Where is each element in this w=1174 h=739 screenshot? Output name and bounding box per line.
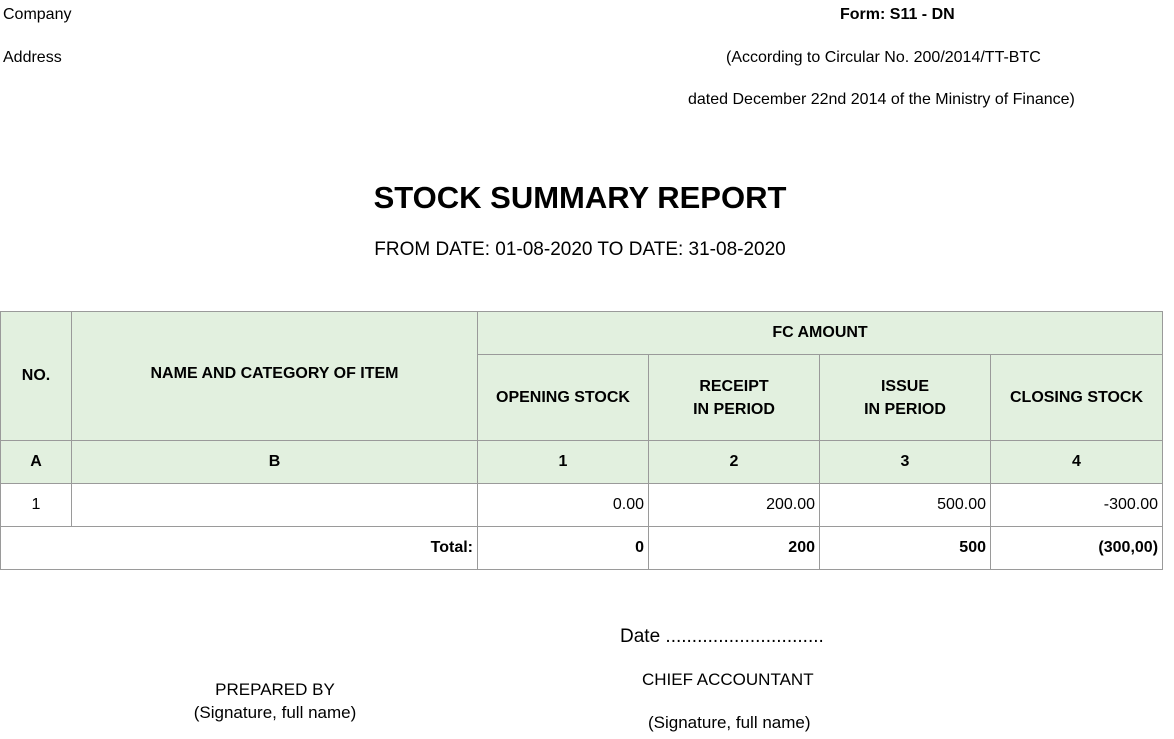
prepared-by-signature-hint: (Signature, full name) [193,703,357,722]
code-a: A [0,440,72,484]
stock-summary-table: NO. NAME AND CATEGORY OF ITEM FC AMOUNT … [0,311,1164,570]
form-code: Form: S11 - DN [840,6,955,23]
total-spacer [0,526,72,570]
code-4: 4 [989,440,1164,484]
chief-accountant-signature-hint: (Signature, full name) [648,713,811,732]
header-receipt-line1: RECEIPT [699,377,769,395]
chief-accountant-label: CHIEF ACCOUNTANT [642,670,814,689]
signature-date-line: Date .............................. [620,626,824,647]
code-1: 1 [477,440,649,484]
circular-date: dated December 22nd 2014 of the Ministry… [688,91,1075,108]
company-label: Company [3,6,72,23]
header-opening-stock: OPENING STOCK [477,354,649,441]
code-2: 2 [648,440,820,484]
row-opening-stock: 0.00 [477,483,649,527]
report-title: STOCK SUMMARY REPORT [373,180,787,215]
total-receipt: 200 [648,526,820,570]
header-issue-line2: IN PERIOD [864,400,946,418]
row-receipt: 200.00 [648,483,820,527]
row-closing-stock: -300.00 [989,483,1164,527]
total-closing-stock: (300,00) [989,526,1164,570]
total-row: Total: 0 200 500 (300,00) [0,526,1164,570]
header-item-name: NAME AND CATEGORY OF ITEM [71,311,478,441]
row-item-name [71,483,478,527]
header-no: NO. [0,311,72,441]
total-opening-stock: 0 [477,526,649,570]
total-label: Total: [71,526,478,570]
header-closing-stock: CLOSING STOCK [989,354,1164,441]
header-issue-line1: ISSUE [880,377,929,395]
circular-reference: (According to Circular No. 200/2014/TT-B… [726,49,1041,66]
report-period: FROM DATE: 01-08-2020 TO DATE: 31-08-202… [374,239,786,260]
row-no: 1 [0,483,72,527]
prepared-by-label: PREPARED BY [215,680,335,699]
code-b: B [71,440,478,484]
code-3: 3 [819,440,991,484]
table-row: 1 0.00 200.00 500.00 -300.00 [0,483,1164,527]
row-issue: 500.00 [819,483,991,527]
address-label: Address [3,49,62,66]
header-receipt-in-period: RECEIPT IN PERIOD [648,354,820,441]
header-fc-amount: FC AMOUNT [476,311,1164,355]
total-issue: 500 [819,526,991,570]
header-receipt-line2: IN PERIOD [693,400,775,418]
header-issue-in-period: ISSUE IN PERIOD [819,354,991,441]
